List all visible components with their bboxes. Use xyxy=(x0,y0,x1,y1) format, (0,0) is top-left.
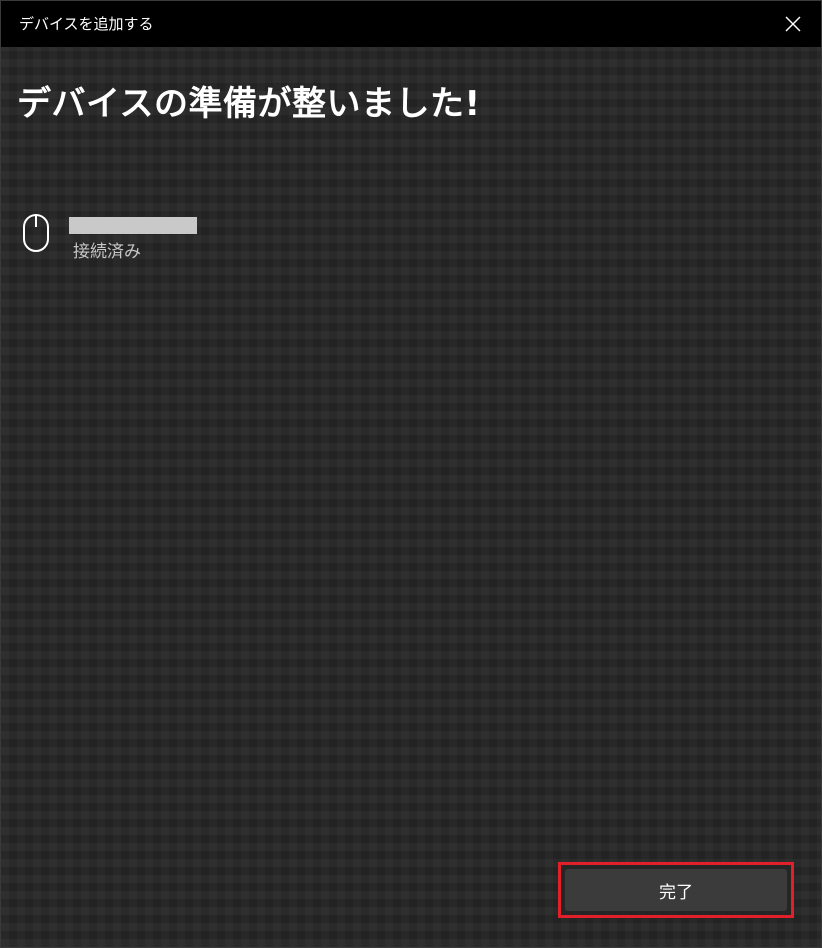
title-bar: デバイスを追加する xyxy=(1,1,821,47)
done-button[interactable]: 完了 xyxy=(565,869,787,911)
device-list-item: 接続済み xyxy=(15,207,315,269)
add-device-dialog: デバイスを追加する デバイスの準備が整いました! 接続済み 完了 xyxy=(0,0,822,948)
mouse-icon xyxy=(23,214,49,252)
window-title: デバイスを追加する xyxy=(19,15,154,33)
device-name-redacted xyxy=(69,217,197,234)
done-button-highlight[interactable]: 完了 xyxy=(558,862,794,918)
done-button-label: 完了 xyxy=(659,882,693,903)
device-status: 接続済み xyxy=(73,242,141,262)
close-icon xyxy=(785,16,801,32)
close-button[interactable] xyxy=(765,1,821,47)
page-title: デバイスの準備が整いました! xyxy=(17,84,481,124)
